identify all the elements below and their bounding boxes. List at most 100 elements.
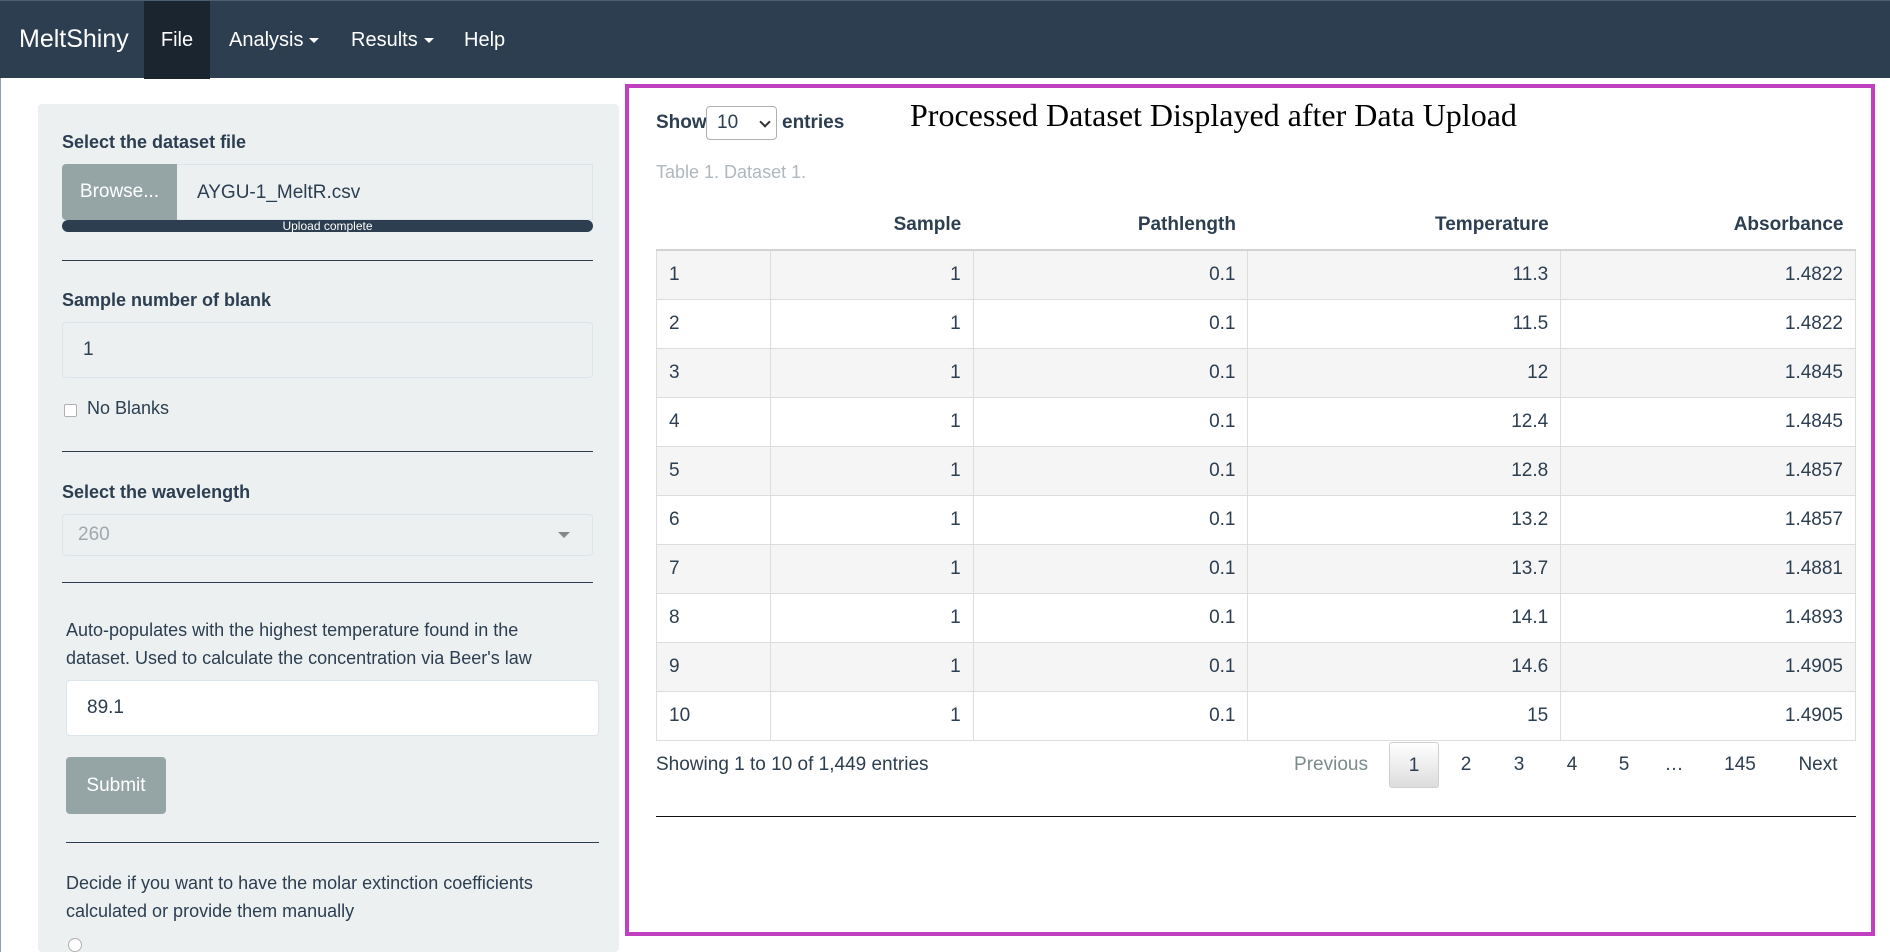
divider (62, 451, 593, 452)
extinction-radio[interactable] (68, 938, 82, 952)
submit-button[interactable]: Submit (66, 757, 166, 814)
divider (656, 816, 1856, 817)
cell-temperature: 11.5 (1247, 299, 1561, 349)
cell-sample: 1 (769, 249, 974, 300)
table-row: 8 1 0.1 14.1 1.4893 (656, 593, 1856, 643)
file-name-field[interactable]: AYGU-1_MeltR.csv (177, 164, 593, 220)
table-info: Showing 1 to 10 of 1,449 entries (656, 754, 929, 775)
cell-pathlength: 0.1 (972, 642, 1248, 692)
cell-sample: 1 (769, 397, 974, 447)
cell-absorbance: 1.4881 (1560, 544, 1856, 594)
browse-button[interactable]: Browse... (62, 164, 177, 220)
entries-label: entries (782, 112, 845, 133)
wavelength-label: Select the wavelength (62, 482, 251, 502)
table-row: 4 1 0.1 12.4 1.4845 (656, 397, 1856, 447)
column-header-temperature[interactable]: Temperature (1247, 201, 1561, 251)
pagination-page-3[interactable]: 3 (1499, 742, 1539, 788)
no-blanks-checkbox[interactable] (64, 404, 77, 417)
cell-index: 10 (656, 691, 771, 741)
cell-temperature: 12.4 (1247, 397, 1561, 447)
divider (62, 582, 593, 583)
cell-sample: 1 (769, 691, 974, 741)
cell-temperature: 12.8 (1247, 446, 1561, 496)
divider (66, 842, 599, 843)
column-header-sample[interactable]: Sample (770, 201, 974, 251)
cell-sample: 1 (769, 642, 974, 692)
caret-down-icon (423, 38, 434, 44)
caret-down-icon (309, 38, 320, 44)
pagination-next[interactable]: Next (1788, 742, 1848, 788)
table-row: 3 1 0.1 12 1.4845 (656, 348, 1856, 398)
cell-pathlength: 0.1 (972, 299, 1248, 349)
cell-absorbance: 1.4857 (1560, 495, 1856, 545)
nav-help-label: Help (464, 29, 506, 51)
cell-pathlength: 0.1 (972, 544, 1248, 594)
cell-sample: 1 (769, 544, 974, 594)
cell-sample: 1 (769, 299, 974, 349)
cell-absorbance: 1.4893 (1560, 593, 1856, 643)
cell-absorbance: 1.4845 (1560, 348, 1856, 398)
cell-pathlength: 0.1 (972, 249, 1248, 300)
overlay-title: Processed Dataset Displayed after Data U… (910, 97, 1517, 133)
cell-sample: 1 (769, 446, 974, 496)
cell-absorbance: 1.4857 (1560, 446, 1856, 496)
column-header-index[interactable] (656, 201, 771, 251)
blank-sample-label: Sample number of blank (62, 290, 272, 310)
nav-file[interactable]: File (144, 1, 210, 79)
cell-temperature: 13.2 (1247, 495, 1561, 545)
brand[interactable]: MeltShiny (19, 1, 129, 79)
cell-sample: 1 (769, 348, 974, 398)
cell-temperature: 13.7 (1247, 544, 1561, 594)
cell-index: 4 (656, 397, 771, 447)
cell-index: 6 (656, 495, 771, 545)
cell-absorbance: 1.4822 (1560, 249, 1856, 300)
table-row: 10 1 0.1 15 1.4905 (656, 691, 1856, 741)
wavelength-select[interactable]: 260 (62, 514, 593, 556)
cell-absorbance: 1.4905 (1560, 642, 1856, 692)
chevron-down-icon (558, 532, 570, 538)
cell-absorbance: 1.4845 (1560, 397, 1856, 447)
pagination-page-4[interactable]: 4 (1552, 742, 1592, 788)
cell-absorbance: 1.4822 (1560, 299, 1856, 349)
cell-pathlength: 0.1 (972, 348, 1248, 398)
cell-pathlength: 0.1 (972, 446, 1248, 496)
pagination-ellipsis: … (1664, 754, 1684, 775)
cell-temperature: 14.1 (1247, 593, 1561, 643)
table-row: 7 1 0.1 13.7 1.4881 (656, 544, 1856, 594)
cell-sample: 1 (769, 495, 974, 545)
cell-index: 8 (656, 593, 771, 643)
no-blanks-label[interactable]: No Blanks (87, 398, 169, 419)
temperature-input[interactable]: 89.1 (66, 680, 599, 736)
pagination-page-last[interactable]: 145 (1710, 742, 1770, 788)
entries-length-value: 10 (717, 112, 739, 133)
blank-sample-input[interactable]: 1 (62, 322, 593, 378)
temperature-help-text: Auto-populates with the highest temperat… (66, 620, 532, 668)
pagination-page-5[interactable]: 5 (1604, 742, 1644, 788)
nav-analysis-label: Analysis (229, 29, 304, 51)
column-header-pathlength[interactable]: Pathlength (973, 201, 1248, 251)
table-row: 9 1 0.1 14.6 1.4905 (656, 642, 1856, 692)
nav-results[interactable]: Results (351, 1, 434, 79)
table-row: 6 1 0.1 13.2 1.4857 (656, 495, 1856, 545)
table-header-row: Sample Pathlength Temperature Absorbance (656, 201, 1856, 251)
cell-temperature: 12 (1247, 348, 1561, 398)
cell-pathlength: 0.1 (972, 691, 1248, 741)
nav-results-label: Results (351, 29, 418, 51)
cell-absorbance: 1.4905 (1560, 691, 1856, 741)
nav-help[interactable]: Help (464, 1, 505, 79)
cell-sample: 1 (769, 593, 974, 643)
cell-index: 5 (656, 446, 771, 496)
table-row: 2 1 0.1 11.5 1.4822 (656, 299, 1856, 349)
pagination-page-1[interactable]: 1 (1389, 742, 1439, 788)
dataset-table: Sample Pathlength Temperature Absorbance… (656, 201, 1856, 741)
upload-progress-bar: Upload complete (62, 220, 593, 232)
entries-length-select[interactable]: 10 (706, 106, 777, 140)
wavelength-value: 260 (78, 524, 110, 545)
column-header-absorbance[interactable]: Absorbance (1560, 201, 1856, 251)
nav-analysis[interactable]: Analysis (229, 1, 320, 79)
pagination-page-2[interactable]: 2 (1446, 742, 1486, 788)
show-label: Show (656, 112, 707, 133)
pagination-previous[interactable]: Previous (1285, 742, 1377, 788)
cell-temperature: 11.3 (1247, 249, 1561, 300)
cell-pathlength: 0.1 (972, 397, 1248, 447)
